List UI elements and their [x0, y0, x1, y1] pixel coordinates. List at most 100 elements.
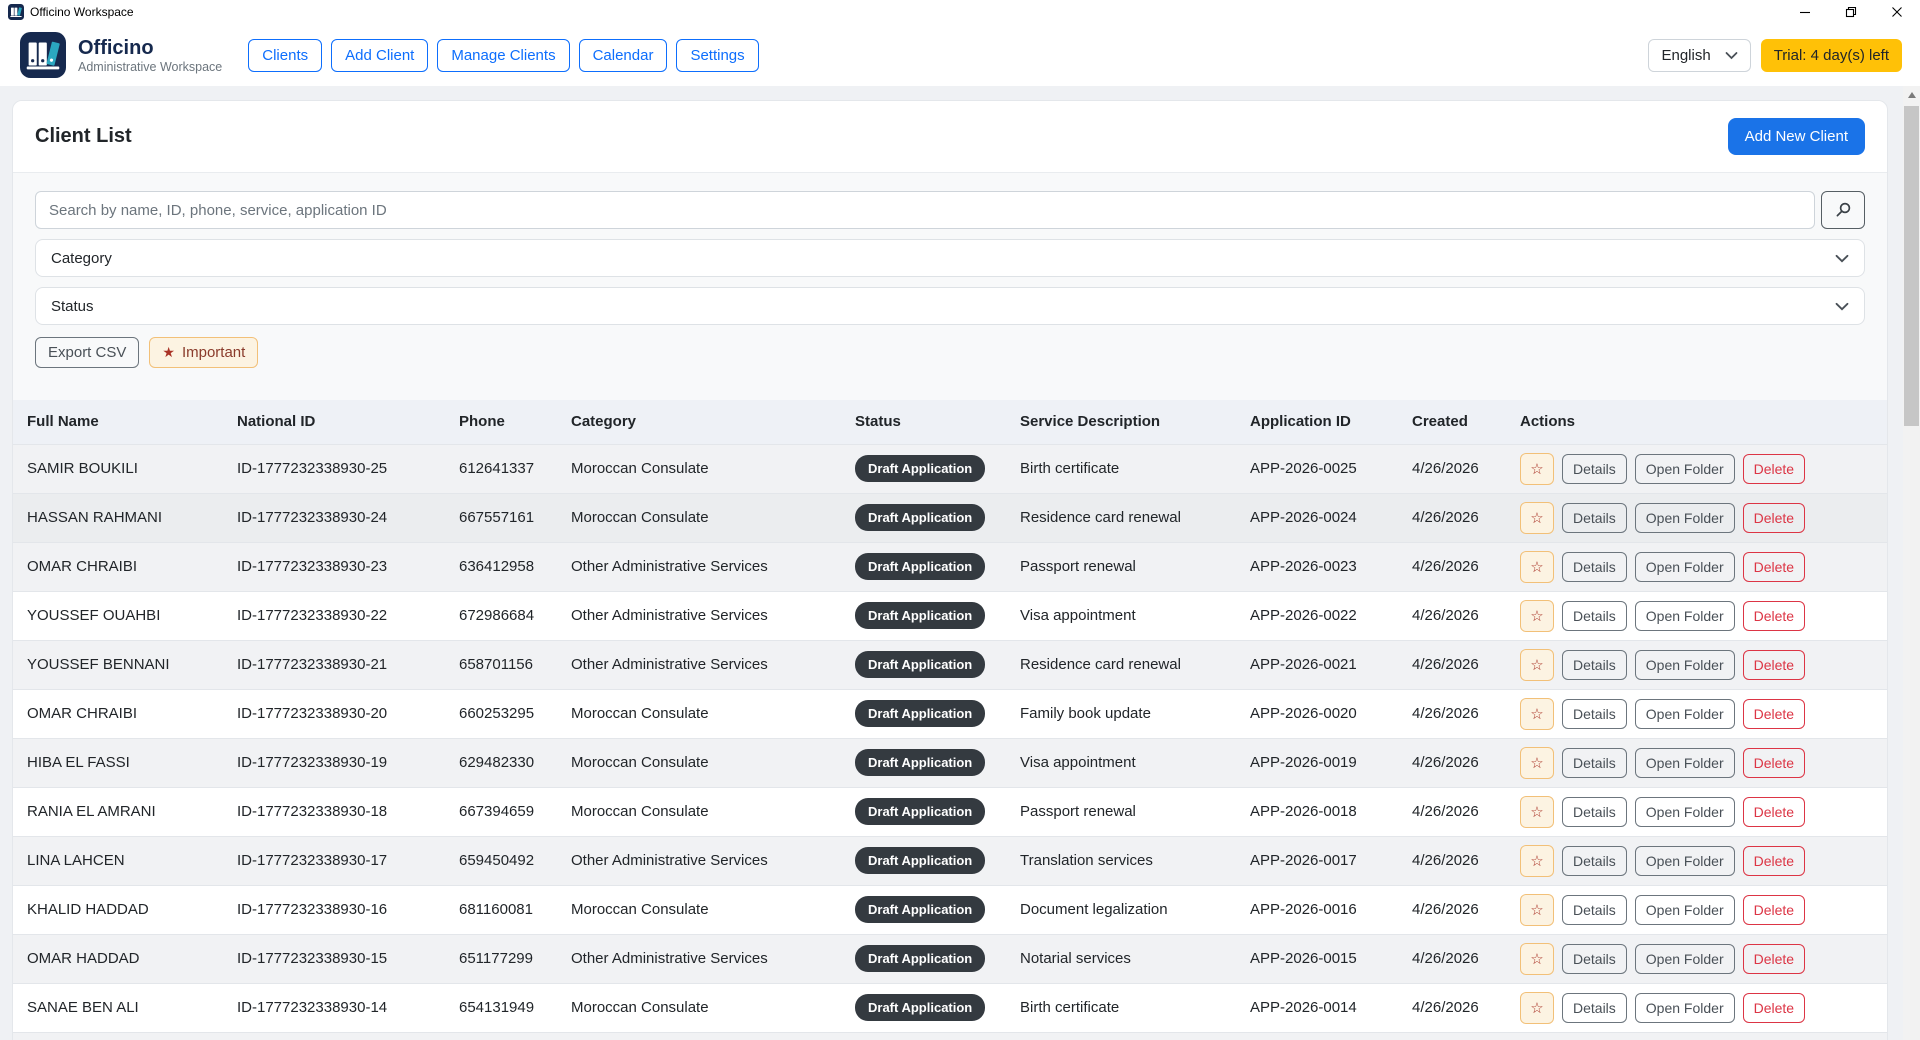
cell-actions: ☆ Details Open Folder Delete [1506, 1032, 1887, 1040]
details-button[interactable]: Details [1562, 797, 1627, 827]
details-button[interactable]: Details [1562, 454, 1627, 484]
restore-button[interactable] [1828, 0, 1874, 24]
nav-button[interactable]: Settings [676, 39, 758, 72]
details-button[interactable]: Details [1562, 748, 1627, 778]
open-folder-button[interactable]: Open Folder [1635, 454, 1735, 484]
favorite-star-button[interactable]: ☆ [1520, 943, 1554, 975]
delete-button[interactable]: Delete [1743, 797, 1805, 827]
vertical-scrollbar[interactable] [1903, 86, 1920, 1040]
nav-button[interactable]: Manage Clients [437, 39, 569, 72]
favorite-star-button[interactable]: ☆ [1520, 551, 1554, 583]
delete-button[interactable]: Delete [1743, 895, 1805, 925]
details-button[interactable]: Details [1562, 846, 1627, 876]
search-button[interactable] [1821, 191, 1865, 229]
cell-created: 4/26/2026 [1398, 983, 1506, 1032]
cell-application-id: APP-2026-0013 [1236, 1032, 1398, 1040]
favorite-star-button[interactable]: ☆ [1520, 894, 1554, 926]
favorite-star-button[interactable]: ☆ [1520, 453, 1554, 485]
cell-full-name: HASSAN RAHMANI [13, 493, 223, 542]
favorite-star-button[interactable]: ☆ [1520, 747, 1554, 779]
delete-button[interactable]: Delete [1743, 503, 1805, 533]
export-csv-button[interactable]: Export CSV [35, 337, 139, 368]
cell-full-name: OMAR CHRAIBI [13, 689, 223, 738]
cell-phone: 612641337 [445, 444, 557, 493]
open-folder-button[interactable]: Open Folder [1635, 797, 1735, 827]
details-button[interactable]: Details [1562, 601, 1627, 631]
open-folder-button[interactable]: Open Folder [1635, 650, 1735, 680]
window-title: Officino Workspace [30, 5, 134, 19]
search-icon [1834, 201, 1852, 219]
details-button[interactable]: Details [1562, 895, 1627, 925]
nav-button[interactable]: Calendar [579, 39, 668, 72]
open-folder-button[interactable]: Open Folder [1635, 895, 1735, 925]
scrollbar-thumb[interactable] [1904, 106, 1919, 426]
delete-button[interactable]: Delete [1743, 846, 1805, 876]
cell-national-id: ID-1777232338930-16 [223, 885, 445, 934]
cell-created: 4/26/2026 [1398, 591, 1506, 640]
favorite-star-button[interactable]: ☆ [1520, 698, 1554, 730]
main-content: Client List Add New Client Category Stat… [0, 86, 1920, 1040]
add-new-client-button[interactable]: Add New Client [1728, 118, 1865, 155]
cell-phone: 658701156 [445, 640, 557, 689]
favorite-star-button[interactable]: ☆ [1520, 600, 1554, 632]
cell-service: Birth certificate [1006, 444, 1236, 493]
delete-button[interactable]: Delete [1743, 454, 1805, 484]
cell-application-id: APP-2026-0017 [1236, 836, 1398, 885]
delete-button[interactable]: Delete [1743, 552, 1805, 582]
delete-button[interactable]: Delete [1743, 944, 1805, 974]
minimize-button[interactable] [1782, 0, 1828, 24]
category-filter-select[interactable]: Category [35, 239, 1865, 277]
details-button[interactable]: Details [1562, 650, 1627, 680]
cell-status: Draft Application [841, 787, 1006, 836]
table-row: SANAE BEN ALI ID-1777232338930-14 654131… [13, 983, 1887, 1032]
cell-service: Notarial services [1006, 934, 1236, 983]
details-button[interactable]: Details [1562, 944, 1627, 974]
delete-button[interactable]: Delete [1743, 601, 1805, 631]
cell-national-id: ID-1777232338930-21 [223, 640, 445, 689]
delete-button[interactable]: Delete [1743, 699, 1805, 729]
language-select[interactable]: English [1648, 39, 1750, 72]
details-button[interactable]: Details [1562, 503, 1627, 533]
cell-full-name: HIBA EL FASSI [13, 738, 223, 787]
open-folder-button[interactable]: Open Folder [1635, 503, 1735, 533]
open-folder-button[interactable]: Open Folder [1635, 944, 1735, 974]
delete-button[interactable]: Delete [1743, 650, 1805, 680]
category-filter-value: Category [51, 250, 112, 267]
cell-application-id: APP-2026-0024 [1236, 493, 1398, 542]
nav-button[interactable]: Clients [248, 39, 322, 72]
cell-status: Draft Application [841, 934, 1006, 983]
cell-service: Residence card renewal [1006, 493, 1236, 542]
favorite-star-button[interactable]: ☆ [1520, 502, 1554, 534]
brand-logo-icon [20, 32, 66, 78]
cell-service: Translation services [1006, 836, 1236, 885]
open-folder-button[interactable]: Open Folder [1635, 846, 1735, 876]
details-button[interactable]: Details [1562, 552, 1627, 582]
open-folder-button[interactable]: Open Folder [1635, 601, 1735, 631]
delete-button[interactable]: Delete [1743, 993, 1805, 1023]
cell-application-id: APP-2026-0014 [1236, 983, 1398, 1032]
important-label: Important [182, 344, 245, 361]
open-folder-button[interactable]: Open Folder [1635, 699, 1735, 729]
important-filter-button[interactable]: ★ Important [149, 337, 258, 368]
details-button[interactable]: Details [1562, 699, 1627, 729]
status-filter-select[interactable]: Status [35, 287, 1865, 325]
open-folder-button[interactable]: Open Folder [1635, 993, 1735, 1023]
scroll-up-arrow[interactable] [1903, 86, 1920, 103]
favorite-star-button[interactable]: ☆ [1520, 796, 1554, 828]
search-input[interactable] [35, 191, 1815, 229]
delete-button[interactable]: Delete [1743, 748, 1805, 778]
status-badge: Draft Application [855, 994, 985, 1021]
column-header: Service Description [1006, 400, 1236, 444]
cell-full-name: RANIA EL AMRANI [13, 787, 223, 836]
nav-button[interactable]: Add Client [331, 39, 428, 72]
cell-national-id: ID-1777232338930-20 [223, 689, 445, 738]
favorite-star-button[interactable]: ☆ [1520, 649, 1554, 681]
details-button[interactable]: Details [1562, 993, 1627, 1023]
open-folder-button[interactable]: Open Folder [1635, 748, 1735, 778]
close-button[interactable] [1874, 0, 1920, 24]
cell-created: 4/26/2026 [1398, 542, 1506, 591]
favorite-star-button[interactable]: ☆ [1520, 845, 1554, 877]
open-folder-button[interactable]: Open Folder [1635, 552, 1735, 582]
cell-actions: ☆ Details Open Folder Delete [1506, 787, 1887, 836]
favorite-star-button[interactable]: ☆ [1520, 992, 1554, 1024]
